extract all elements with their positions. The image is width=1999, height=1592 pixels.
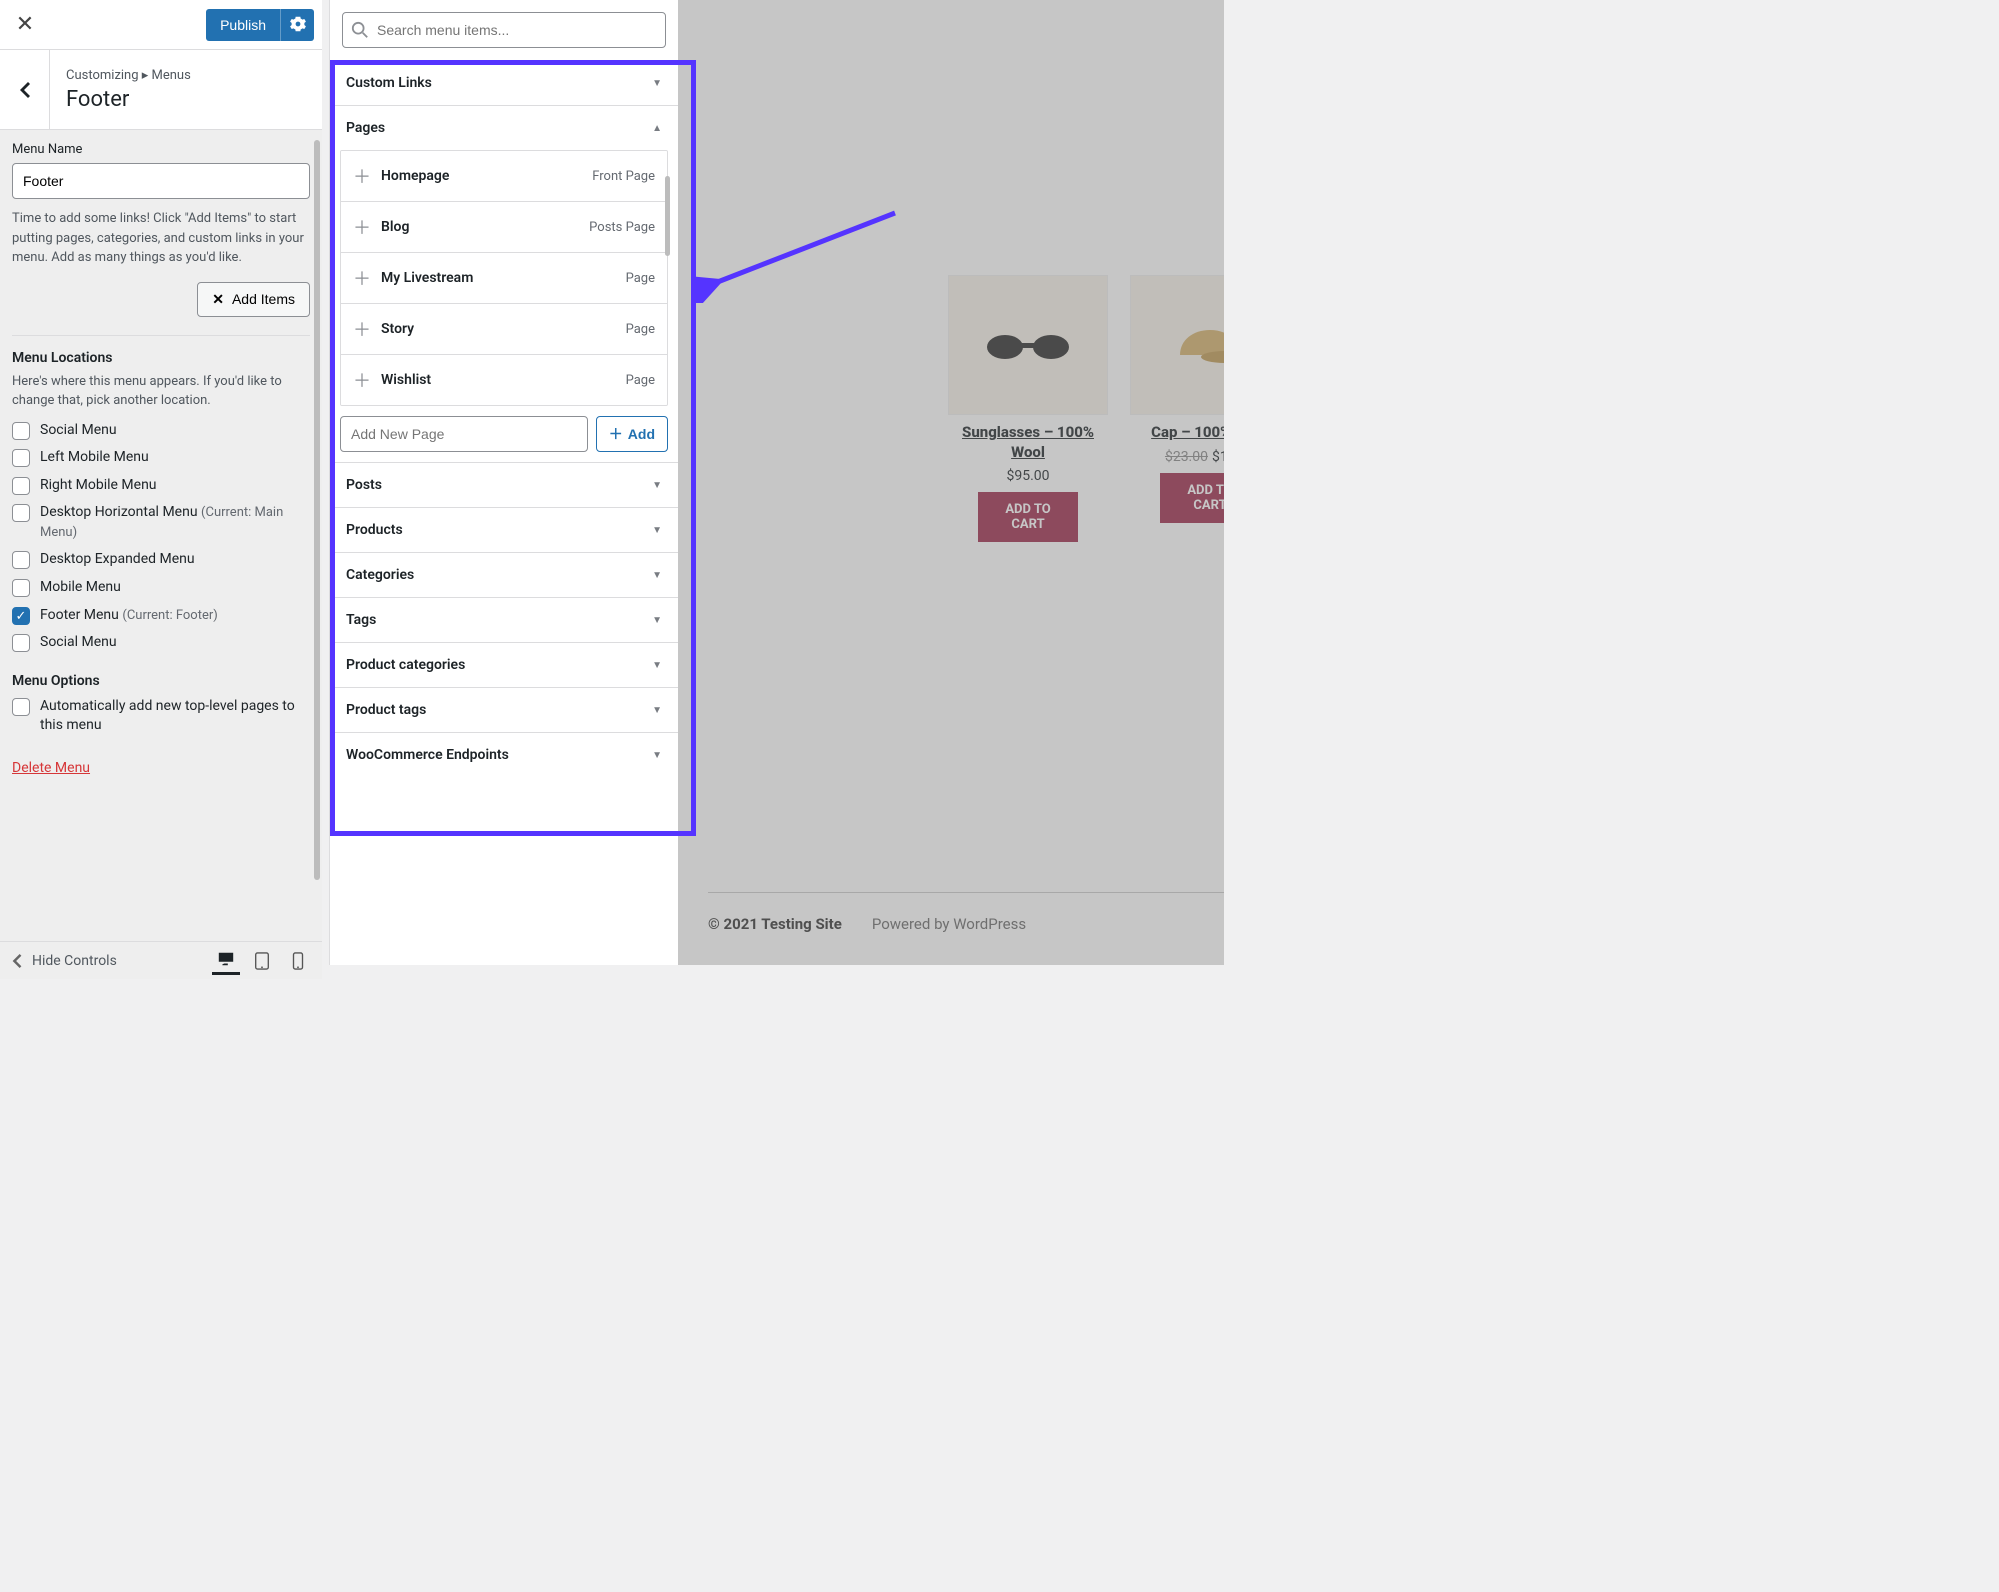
pages-list: ＋Homepage Front Page ＋Blog Posts Page ＋M…: [340, 150, 668, 406]
add-to-cart-button[interactable]: ADD TO CART: [978, 492, 1078, 542]
copyright-text: © 2021 Testing Site: [708, 915, 842, 933]
preview-footer: © 2021 Testing Site Powered by WordPress: [708, 892, 1224, 933]
page-item-blog[interactable]: ＋Blog Posts Page: [341, 202, 667, 253]
menu-name-input[interactable]: [12, 163, 310, 199]
locations-title: Menu Locations: [12, 350, 310, 366]
device-mobile-button[interactable]: [284, 947, 312, 975]
plus-icon: ＋: [609, 424, 623, 444]
locations-desc: Here's where this menu appears. If you'd…: [12, 372, 310, 411]
section-woo-endpoints[interactable]: WooCommerce Endpoints▼: [330, 732, 678, 777]
add-items-button[interactable]: ✕ Add Items: [197, 282, 310, 317]
breadcrumb-path: Customizing ▸ Menus: [66, 68, 191, 83]
add-new-page-button[interactable]: ＋ Add: [596, 416, 668, 452]
mobile-icon: [292, 952, 304, 970]
help-text: Time to add some links! Click "Add Items…: [12, 209, 310, 268]
customizer-sidebar: ✕ Publish Customizing ▸ Menus Footer Men…: [0, 0, 322, 965]
chevron-down-icon: ▼: [652, 570, 662, 581]
page-item-story[interactable]: ＋Story Page: [341, 304, 667, 355]
add-new-page-input[interactable]: [340, 416, 588, 452]
customizer-header: ✕ Publish: [0, 0, 322, 50]
close-button[interactable]: ✕: [0, 0, 50, 49]
add-items-label: Add Items: [232, 291, 295, 307]
chevron-down-icon: ▼: [652, 660, 662, 671]
location-mobile-menu[interactable]: Mobile Menu: [12, 578, 310, 598]
chevron-down-icon: ▼: [652, 705, 662, 716]
plus-icon: ＋: [353, 367, 371, 393]
cap-icon: [1170, 320, 1224, 370]
chevron-left-icon: [10, 954, 24, 968]
page-item-wishlist[interactable]: ＋Wishlist Page: [341, 355, 667, 405]
breadcrumb-bar: Customizing ▸ Menus Footer: [0, 50, 322, 130]
section-product-tags[interactable]: Product tags▼: [330, 687, 678, 732]
chevron-down-icon: ▼: [652, 525, 662, 536]
section-categories[interactable]: Categories▼: [330, 552, 678, 597]
location-footer-menu[interactable]: Footer Menu (Current: Footer): [12, 606, 310, 626]
device-desktop-button[interactable]: [212, 947, 240, 975]
product-image: [1130, 275, 1224, 415]
section-tags[interactable]: Tags▼: [330, 597, 678, 642]
pages-scrollbar-thumb[interactable]: [665, 176, 670, 256]
chevron-down-icon: ▼: [652, 480, 662, 491]
chevron-down-icon: ▼: [652, 615, 662, 626]
options-title: Menu Options: [12, 673, 310, 689]
plus-icon: ＋: [353, 265, 371, 291]
location-desktop-horizontal[interactable]: Desktop Horizontal Menu (Current: Main M…: [12, 503, 310, 542]
page-item-homepage[interactable]: ＋Homepage Front Page: [341, 151, 667, 202]
product-card-sunglasses[interactable]: Sunglasses – 100% Wool $95.00 ADD TO CAR…: [948, 275, 1108, 542]
breadcrumb-heading: Footer: [66, 87, 191, 112]
product-image: [948, 275, 1108, 415]
close-icon: ✕: [212, 291, 224, 308]
plus-icon: ＋: [353, 316, 371, 342]
add-items-panel: Custom Links▼ Pages▲ ＋Homepage Front Pag…: [329, 0, 678, 965]
chevron-down-icon: ▼: [652, 78, 662, 89]
location-right-mobile[interactable]: Right Mobile Menu: [12, 476, 310, 496]
location-social-menu-1[interactable]: Social Menu: [12, 421, 310, 441]
location-desktop-expanded[interactable]: Desktop Expanded Menu: [12, 550, 310, 570]
search-icon: [351, 21, 369, 43]
tablet-icon: [254, 952, 270, 970]
section-custom-links[interactable]: Custom Links▼: [330, 60, 678, 105]
sidebar-scroll[interactable]: Menu Name Time to add some links! Click …: [0, 130, 322, 965]
section-pages[interactable]: Pages▲ ＋Homepage Front Page ＋Blog Posts …: [330, 105, 678, 462]
search-input[interactable]: [342, 12, 666, 48]
gear-icon: [290, 16, 306, 35]
add-to-cart-button[interactable]: ADD TO CART: [1160, 473, 1224, 523]
section-products[interactable]: Products▼: [330, 507, 678, 552]
back-button[interactable]: [0, 50, 50, 129]
site-preview: Hoodie – 100% Wool $50.00$42.00 ADD TO C…: [678, 0, 1224, 965]
plus-icon: ＋: [353, 214, 371, 240]
location-left-mobile[interactable]: Left Mobile Menu: [12, 448, 310, 468]
location-social-menu-2[interactable]: Social Menu: [12, 633, 310, 653]
menu-name-label: Menu Name: [12, 142, 310, 157]
scrollbar-thumb[interactable]: [314, 140, 320, 880]
section-product-categories[interactable]: Product categories▼: [330, 642, 678, 687]
chevron-up-icon: ▲: [652, 123, 662, 134]
option-auto-add[interactable]: Automatically add new top-level pages to…: [12, 697, 310, 736]
product-card-cap[interactable]: Cap – 100% Wool $23.00$16.00 ADD TO CART: [1130, 275, 1224, 542]
bottom-bar: Hide Controls: [0, 941, 322, 979]
publish-settings-button[interactable]: [280, 9, 314, 41]
page-item-my-livestream[interactable]: ＋My Livestream Page: [341, 253, 667, 304]
plus-icon: ＋: [353, 163, 371, 189]
section-posts[interactable]: Posts▼: [330, 462, 678, 507]
chevron-down-icon: ▼: [652, 750, 662, 761]
powered-text: Powered by WordPress: [872, 915, 1026, 933]
publish-button[interactable]: Publish: [206, 9, 280, 41]
sunglasses-icon: [983, 325, 1073, 365]
chevron-left-icon: [18, 82, 32, 98]
desktop-icon: [217, 950, 235, 968]
delete-menu-link[interactable]: Delete Menu: [12, 760, 90, 776]
hide-controls-button[interactable]: Hide Controls: [10, 953, 204, 969]
device-tablet-button[interactable]: [248, 947, 276, 975]
